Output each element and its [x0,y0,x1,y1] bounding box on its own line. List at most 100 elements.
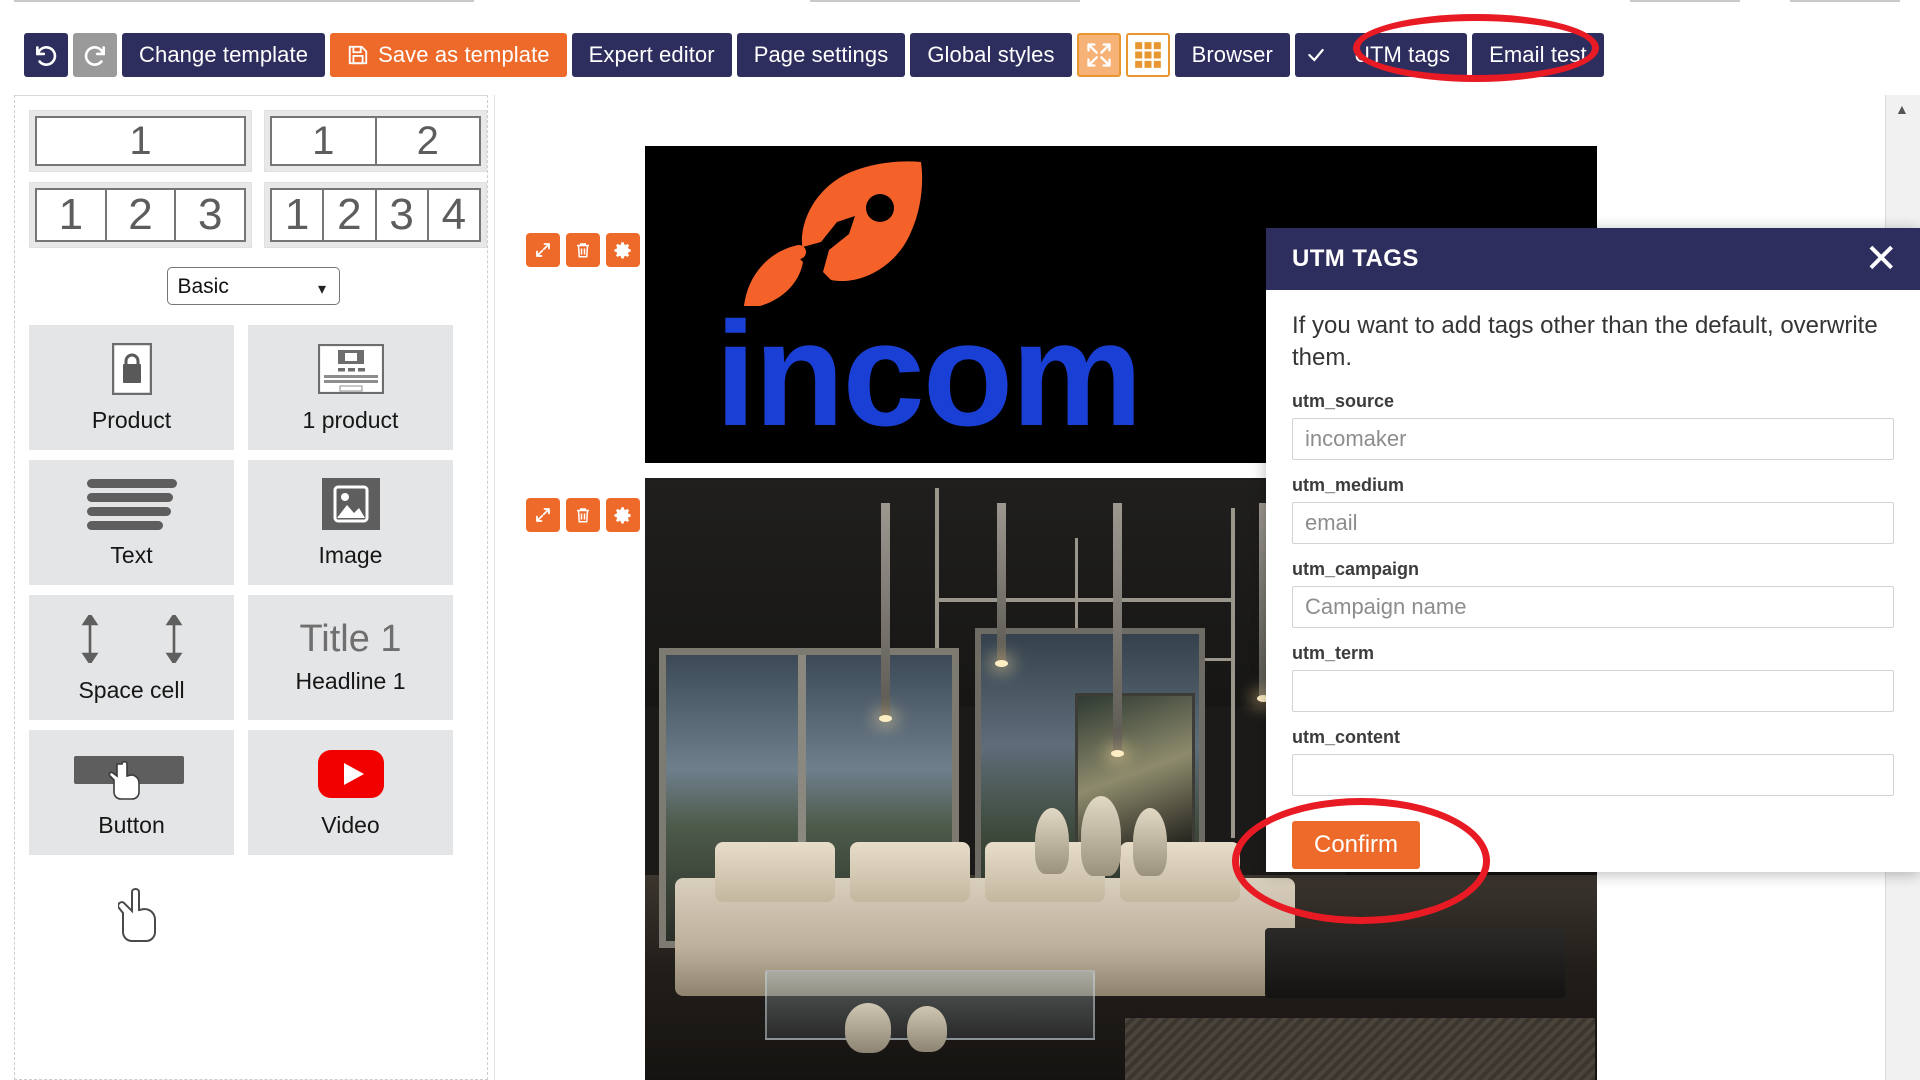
gear-icon [613,506,631,523]
editor-toolbar: Change template Save as template Expert … [0,24,1920,85]
field-utm-source: utm_source [1292,391,1894,461]
tile-label: Space cell [78,677,185,703]
global-styles-button[interactable]: Global styles [910,32,1072,77]
floppy-disk-icon [348,45,368,64]
expert-editor-button[interactable]: Expert editor [571,32,732,77]
photo-decor-sphere [845,1003,891,1053]
layout-option-four-column[interactable]: 1 2 3 4 [264,182,487,248]
move-resize-icon [536,508,550,522]
component-tiles: Product 1 product Text Image Space cell … [29,325,477,855]
photo-vase [1081,796,1121,876]
category-select-wrapper: Basic ▾ [29,267,477,305]
tile-video[interactable]: Video [248,730,453,855]
layout-cell: 2 [322,188,377,242]
layout-selector-grid: 1 1 2 1 2 3 1 2 3 4 [29,110,487,248]
undo-button[interactable] [24,32,68,77]
hero-brand-text: incom [715,301,1143,449]
utm-content-input[interactable] [1292,754,1894,797]
move-resize-button[interactable] [526,233,560,267]
hero-block-toolbar [526,233,640,267]
top-ghost-element-4 [1790,0,1900,2]
youtube-play-icon [317,746,384,802]
scroll-up-arrow-icon[interactable]: ▲ [1895,101,1909,117]
modal-header: UTM TAGS ✕ [1266,228,1920,290]
delete-block-button[interactable] [566,233,600,267]
photo-pendant-light [995,503,1008,667]
delete-block-button[interactable] [566,498,600,532]
field-utm-campaign: utm_campaign [1292,559,1894,629]
field-label: utm_source [1292,391,1395,412]
tile-label: Text [110,542,153,568]
confirm-button[interactable]: Confirm [1292,821,1421,870]
one-product-card-icon [317,341,384,397]
rocket-icon [744,161,923,306]
tile-label: 1 product [302,407,399,433]
modal-title: UTM TAGS [1292,245,1419,272]
photo-decor-sphere [907,1006,947,1052]
tile-image[interactable]: Image [248,460,453,585]
photo-structure-line [935,598,1235,602]
tile-product[interactable]: Product [29,325,234,450]
layout-option-one-column[interactable]: 1 [29,110,252,172]
tile-text[interactable]: Text [29,460,234,585]
trash-icon [577,243,589,258]
layout-cell: 1 [35,188,107,242]
redo-icon [84,45,105,66]
utm-campaign-input[interactable] [1292,586,1894,629]
move-resize-button[interactable] [526,498,560,532]
utm-medium-input[interactable] [1292,502,1894,545]
tile-space-cell[interactable]: Space cell [29,595,234,720]
utm-tags-check-toggle[interactable] [1294,32,1337,77]
photo-pendant-light [1111,503,1124,757]
utm-source-input[interactable] [1292,418,1894,461]
components-sidebar: 1 1 2 1 2 3 1 2 3 4 Basic ▾ Product 1 pr… [14,95,488,1080]
tile-headline-1[interactable]: Title 1 Headline 1 [248,595,453,720]
top-ghost-element-1 [14,0,474,2]
block-settings-button[interactable] [606,233,640,267]
tile-button[interactable]: Button [29,730,234,855]
save-as-template-button[interactable]: Save as template [330,32,567,77]
close-icon[interactable]: ✕ [1864,239,1898,279]
photo-rug [1125,1018,1595,1080]
grid-view-button[interactable] [1125,32,1170,77]
email-test-button[interactable]: Email test [1472,32,1604,77]
hero-brand-label: incom [715,292,1143,457]
component-category-select[interactable]: Basic [166,267,340,305]
utm-term-input[interactable] [1292,670,1894,713]
layout-cell: 2 [104,188,177,242]
layout-cell: 3 [174,188,247,242]
vertical-arrows-icon [62,611,202,667]
redo-button[interactable] [73,32,117,77]
grid-icon [1134,41,1161,68]
tile-label: Video [321,812,380,838]
utm-tags-group: UTM tags [1294,32,1468,77]
text-lines-icon [86,476,178,532]
photo-bench [1265,928,1565,998]
photo-vase [1035,808,1069,874]
field-utm-term: utm_term [1292,643,1894,713]
tile-label: Headline 1 [295,668,406,694]
page-settings-button[interactable]: Page settings [736,32,906,77]
change-template-button[interactable]: Change template [122,32,326,77]
button-click-icon [73,746,190,802]
undo-icon [36,45,57,66]
expand-preview-button[interactable] [1076,32,1121,77]
layout-option-two-column[interactable]: 1 2 [264,110,487,172]
layout-cell: 4 [426,188,481,242]
tile-label: Button [98,812,165,838]
browser-button[interactable]: Browser [1174,32,1290,77]
layout-cell: 1 [270,188,325,242]
photo-pendant-light [879,503,892,722]
modal-body: If you want to add tags other than the d… [1266,290,1920,870]
photo-structure-line [1231,508,1235,838]
block-settings-button[interactable] [606,498,640,532]
move-resize-icon [536,243,550,257]
utm-tags-button[interactable]: UTM tags [1336,32,1468,77]
layout-cell: 1 [35,116,246,166]
tile-label: Image [318,542,383,568]
layout-option-three-column[interactable]: 1 2 3 [29,182,252,248]
photo-cushion [850,842,970,902]
tile-one-product[interactable]: 1 product [248,325,453,450]
photo-block-toolbar [526,498,640,532]
top-ghost-element-2 [810,0,1080,2]
